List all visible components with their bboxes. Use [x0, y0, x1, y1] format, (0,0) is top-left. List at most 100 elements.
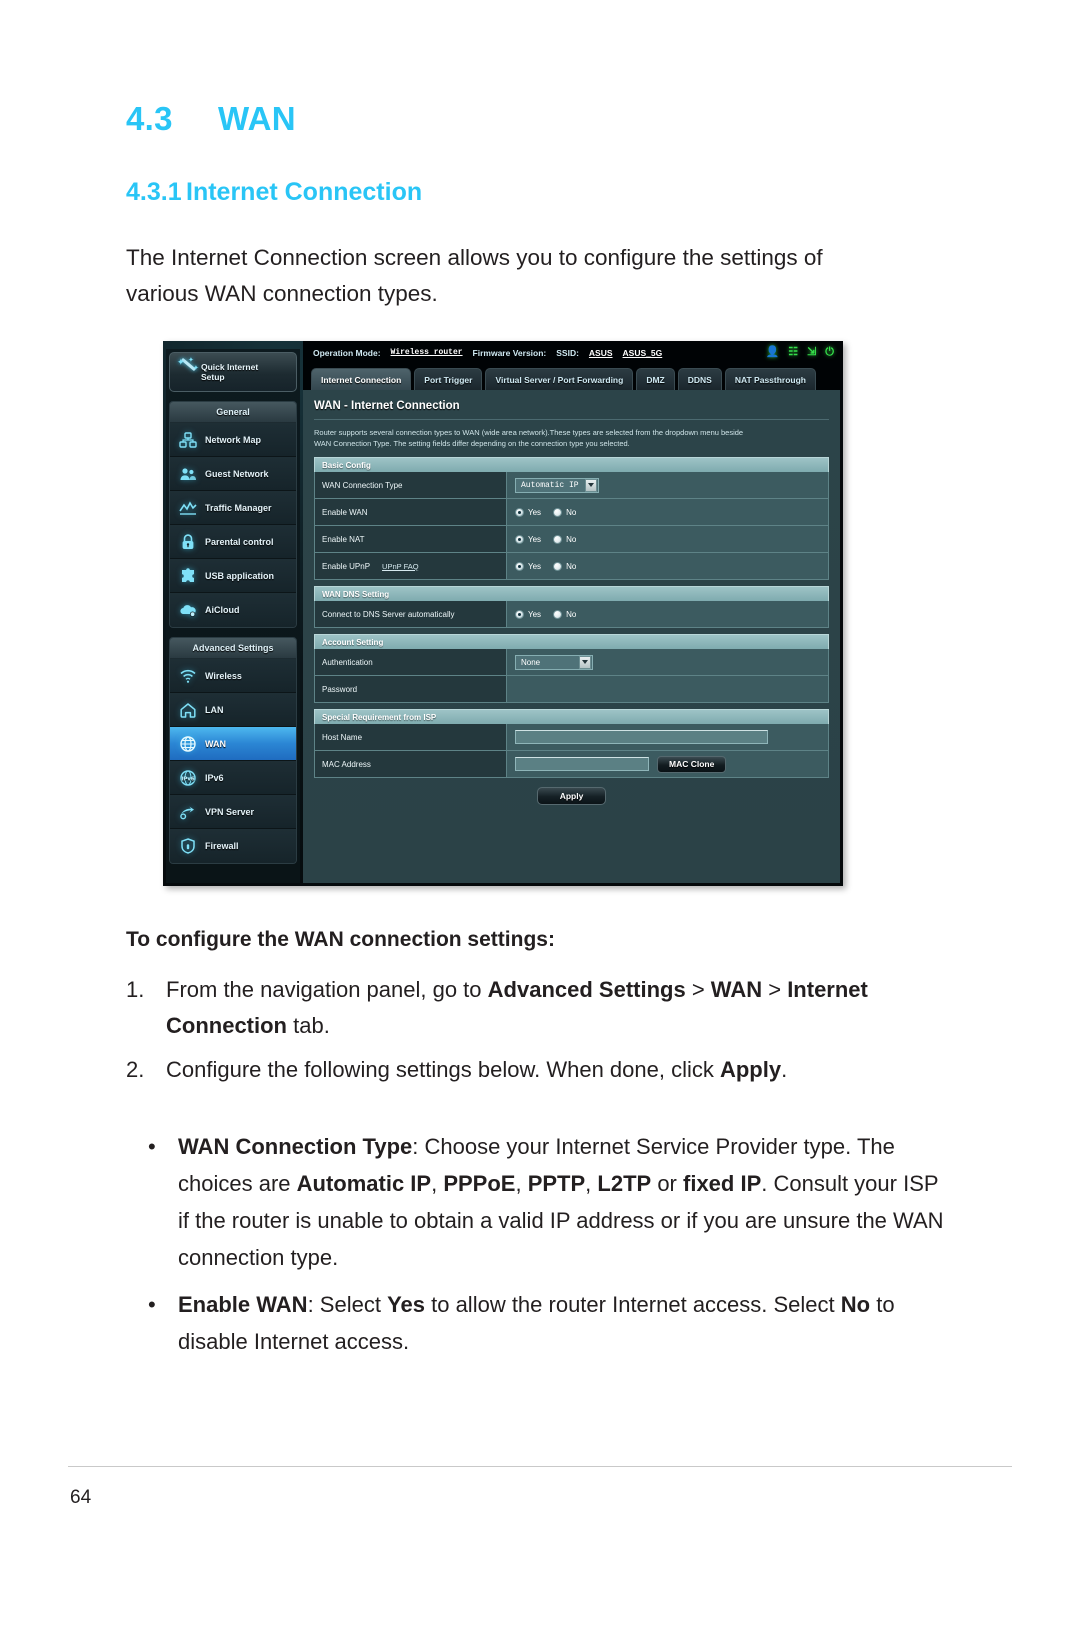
- radio-label: No: [566, 561, 577, 571]
- sidebar-item-guest-network[interactable]: Guest Network: [170, 457, 296, 491]
- procedure-subheading: To configure the WAN connection settings…: [126, 928, 555, 951]
- tab-nat-passthrough[interactable]: NAT Passthrough: [724, 368, 816, 390]
- password-field-cell[interactable]: [507, 676, 828, 702]
- form-row-wan-connection-type: WAN Connection Type Automatic IP: [314, 472, 829, 499]
- nav-group-header-advanced: Advanced Settings: [170, 638, 296, 659]
- radio-dot: [553, 609, 563, 619]
- reboot-icon[interactable]: ⏻: [825, 347, 834, 358]
- bullet-part-bold: fixed IP: [683, 1171, 762, 1196]
- section-header-special-requirement-isp: Special Requirement from ISP: [314, 709, 829, 724]
- enable-wan-no-radio[interactable]: No: [553, 507, 576, 517]
- router-main-panel: Operation Mode: Wireless router Firmware…: [303, 341, 843, 886]
- form-row-enable-upnp: Enable UPnP UPnP FAQ Yes No: [314, 553, 829, 580]
- bullet-marker: •: [148, 1134, 156, 1159]
- subsection-label: Internet Connection: [186, 178, 423, 206]
- sidebar-label: Firewall: [205, 841, 239, 851]
- bullet-part-bold: PPTP: [527, 1171, 586, 1196]
- bullet-part: ,: [515, 1171, 528, 1196]
- bullet-part: to allow the router Internet access. Sel…: [425, 1292, 841, 1317]
- sidebar-label: IPv6: [205, 772, 224, 783]
- nav-group-header-general: General: [170, 402, 296, 423]
- radio-dot: [515, 561, 524, 571]
- guest-network-icon: [178, 464, 198, 484]
- row-label: MAC Address: [322, 759, 371, 769]
- sidebar-item-network-map[interactable]: Network Map: [170, 423, 296, 457]
- enable-nat-no-radio[interactable]: No: [553, 534, 577, 544]
- copy-icon[interactable]: ☷: [788, 347, 798, 358]
- operation-mode-value[interactable]: Wireless router: [391, 348, 463, 357]
- sidebar-item-lan[interactable]: LAN: [170, 693, 296, 727]
- authentication-select[interactable]: None: [515, 654, 593, 670]
- form-row-host-name: Host Name: [314, 724, 829, 751]
- sidebar-item-wan[interactable]: WAN: [170, 727, 296, 761]
- home-icon: [178, 700, 198, 720]
- sidebar-item-usb-application[interactable]: USB application: [170, 559, 296, 593]
- bullet-list: • WAN Connection Type: Choose your Inter…: [140, 1128, 950, 1370]
- sidebar-item-wireless[interactable]: Wireless: [170, 659, 296, 693]
- mac-address-input[interactable]: [515, 757, 649, 771]
- ssid-5g-value[interactable]: ASUS_5G: [623, 348, 663, 358]
- dns-auto-yes-radio[interactable]: Yes: [515, 609, 542, 619]
- nav-group-advanced-settings: Advanced Settings Wireless LAN WAN IPv6 …: [169, 637, 297, 864]
- sidebar-label: LAN: [205, 704, 224, 715]
- tab-ddns[interactable]: DDNS: [677, 368, 722, 390]
- sidebar-item-firewall[interactable]: Firewall: [170, 829, 296, 863]
- tab-virtual-server-port-forwarding[interactable]: Virtual Server / Port Forwarding: [485, 368, 634, 390]
- sidebar-item-ipv6[interactable]: IPv6 IPv6: [170, 761, 296, 795]
- bullet-part-bold: L2TP: [597, 1171, 652, 1196]
- quick-internet-setup-button[interactable]: ✦ ✦ ✦ Quick Internet Setup: [169, 352, 297, 392]
- sidebar-label: VPN Server: [205, 806, 255, 817]
- row-label: Enable UPnP: [322, 561, 371, 571]
- bullet-part-bold: Yes: [387, 1292, 425, 1317]
- usb-icon[interactable]: ⇲: [807, 347, 816, 358]
- bullet-part-bold: WAN Connection Type: [178, 1134, 413, 1159]
- tab-dmz[interactable]: DMZ: [636, 368, 675, 390]
- enable-wan-yes-radio[interactable]: Yes: [515, 507, 541, 517]
- ssid-24g-value[interactable]: ASUS: [589, 348, 613, 358]
- radio-label: No: [566, 534, 577, 544]
- document-page: 4.3 WAN 4.3.1 Internet Connection The Inte…: [0, 0, 1080, 1627]
- form-row-connect-dns-automatically: Connect to DNS Server automatically Yes …: [314, 601, 829, 628]
- subsection-title: 4.3.1 Internet Connection: [126, 178, 422, 207]
- list-item: 1. From the navigation panel, go to Adva…: [126, 972, 946, 1044]
- section-header-wan-dns-setting: WAN DNS Setting: [314, 586, 829, 601]
- list-item: 2. Configure the following settings belo…: [126, 1052, 946, 1088]
- bullet-part: : Select: [307, 1292, 388, 1317]
- radio-dot: [515, 609, 524, 619]
- bullet-part-bold: Automatic IP: [296, 1171, 432, 1196]
- form-row-mac-address: MAC Address MAC Clone: [314, 751, 829, 778]
- router-topbar: Operation Mode: Wireless router Firmware…: [303, 341, 843, 364]
- form-row-authentication: Authentication None: [314, 649, 829, 676]
- content-description: Router supports several connection types…: [314, 427, 829, 457]
- sidebar-item-traffic-manager[interactable]: Traffic Manager: [170, 491, 296, 525]
- apply-button[interactable]: Apply: [536, 787, 607, 805]
- section-header-basic-config: Basic Config: [314, 457, 829, 472]
- tab-internet-connection[interactable]: Internet Connection: [311, 368, 412, 390]
- sidebar-item-parental-control[interactable]: Parental control: [170, 525, 296, 559]
- enable-upnp-no-radio[interactable]: No: [553, 561, 577, 571]
- sidebar-item-aicloud[interactable]: AiCloud: [170, 593, 296, 627]
- radio-label: Yes: [528, 609, 542, 619]
- wan-connection-type-select[interactable]: Automatic IP: [515, 477, 599, 493]
- globe-icon: [178, 734, 198, 754]
- tab-port-trigger[interactable]: Port Trigger: [414, 368, 483, 390]
- dns-auto-no-radio[interactable]: No: [553, 609, 576, 619]
- enable-upnp-yes-radio[interactable]: Yes: [515, 561, 542, 571]
- bullet-text: WAN Connection Type: Choose your Interne…: [178, 1128, 950, 1276]
- radio-dot: [515, 507, 524, 517]
- enable-nat-yes-radio[interactable]: Yes: [515, 534, 541, 544]
- radio-dot: [553, 561, 563, 571]
- step-marker: 2.: [126, 1057, 145, 1082]
- host-name-input[interactable]: [515, 730, 768, 744]
- magic-wand-icon: ✦ ✦ ✦: [177, 357, 199, 372]
- ipv6-globe-icon: IPv6: [178, 768, 198, 788]
- upnp-faq-link[interactable]: UPnP FAQ: [382, 562, 419, 571]
- user-icon[interactable]: 👤: [766, 347, 780, 358]
- svg-text:IPv6: IPv6: [181, 776, 194, 782]
- bullet-part: ,: [585, 1171, 598, 1196]
- radio-label: Yes: [528, 561, 542, 571]
- mac-clone-button[interactable]: MAC Clone: [657, 755, 727, 773]
- chevron-down-icon: [579, 655, 591, 669]
- cloud-icon: [178, 600, 198, 620]
- sidebar-item-vpn-server[interactable]: VPN Server: [170, 795, 296, 829]
